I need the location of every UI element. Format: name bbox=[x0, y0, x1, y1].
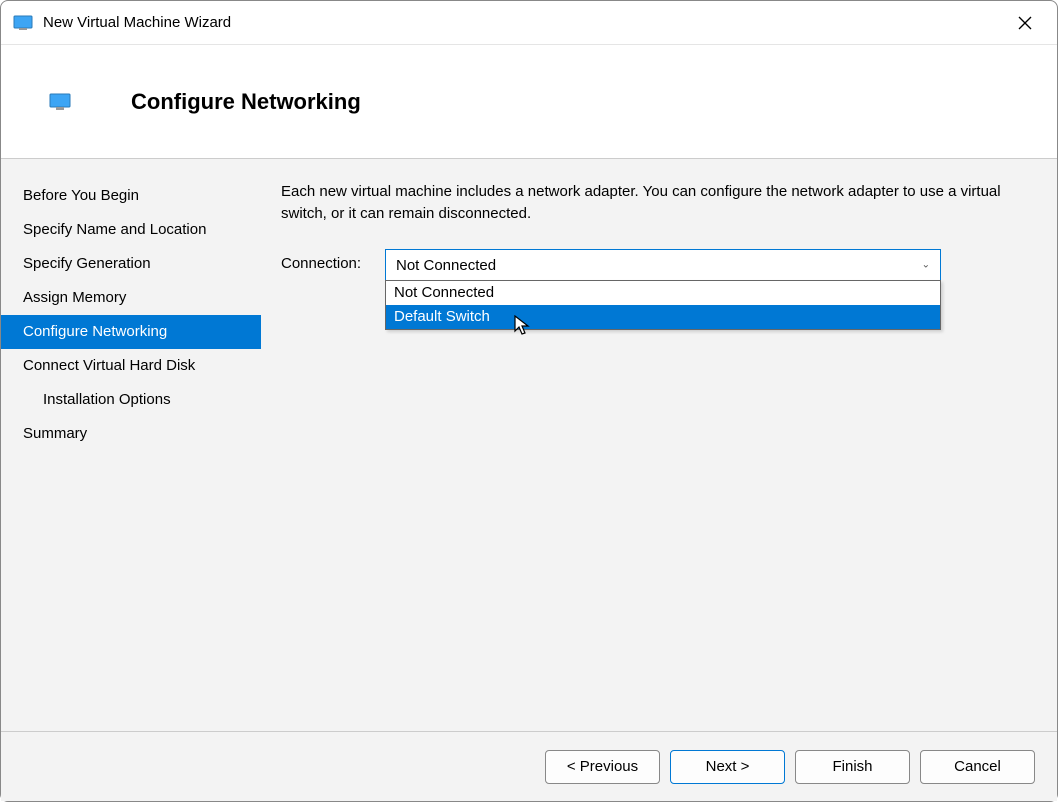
step-specify-name[interactable]: Specify Name and Location bbox=[1, 213, 261, 247]
close-button[interactable] bbox=[1005, 3, 1045, 43]
connection-label: Connection: bbox=[281, 249, 385, 272]
step-before-you-begin[interactable]: Before You Begin bbox=[1, 179, 261, 213]
step-assign-memory[interactable]: Assign Memory bbox=[1, 281, 261, 315]
wizard-button-bar: < Previous Next > Finish Cancel bbox=[1, 731, 1057, 801]
step-installation-options[interactable]: Installation Options bbox=[1, 383, 261, 417]
app-icon bbox=[13, 15, 33, 31]
connection-selected-value: Not Connected bbox=[396, 257, 496, 274]
connection-combobox[interactable]: Not Connected ⌄ bbox=[385, 249, 941, 281]
header-icon bbox=[49, 93, 71, 111]
step-summary[interactable]: Summary bbox=[1, 417, 261, 451]
step-specify-generation[interactable]: Specify Generation bbox=[1, 247, 261, 281]
main-area: Before You Begin Specify Name and Locati… bbox=[1, 159, 1057, 731]
step-configure-networking[interactable]: Configure Networking bbox=[1, 315, 261, 349]
step-connect-vhd[interactable]: Connect Virtual Hard Disk bbox=[1, 349, 261, 383]
window-title: New Virtual Machine Wizard bbox=[43, 14, 1005, 31]
page-title: Configure Networking bbox=[131, 89, 361, 115]
wizard-steps-sidebar: Before You Begin Specify Name and Locati… bbox=[1, 159, 261, 731]
chevron-down-icon: ⌄ bbox=[922, 260, 930, 271]
wizard-header: Configure Networking bbox=[1, 45, 1057, 159]
finish-button[interactable]: Finish bbox=[795, 750, 910, 784]
option-not-connected[interactable]: Not Connected bbox=[386, 281, 940, 305]
titlebar: New Virtual Machine Wizard bbox=[1, 1, 1057, 45]
connection-combo-wrapper: Not Connected ⌄ Not Connected Default Sw… bbox=[385, 249, 941, 281]
previous-button[interactable]: < Previous bbox=[545, 750, 660, 784]
cancel-button[interactable]: Cancel bbox=[920, 750, 1035, 784]
connection-field: Connection: Not Connected ⌄ Not Connecte… bbox=[281, 249, 1029, 281]
content-panel: Each new virtual machine includes a netw… bbox=[261, 159, 1057, 731]
next-button[interactable]: Next > bbox=[670, 750, 785, 784]
option-default-switch[interactable]: Default Switch bbox=[386, 305, 940, 329]
step-description: Each new virtual machine includes a netw… bbox=[281, 181, 1029, 225]
connection-dropdown: Not Connected Default Switch bbox=[385, 280, 941, 330]
